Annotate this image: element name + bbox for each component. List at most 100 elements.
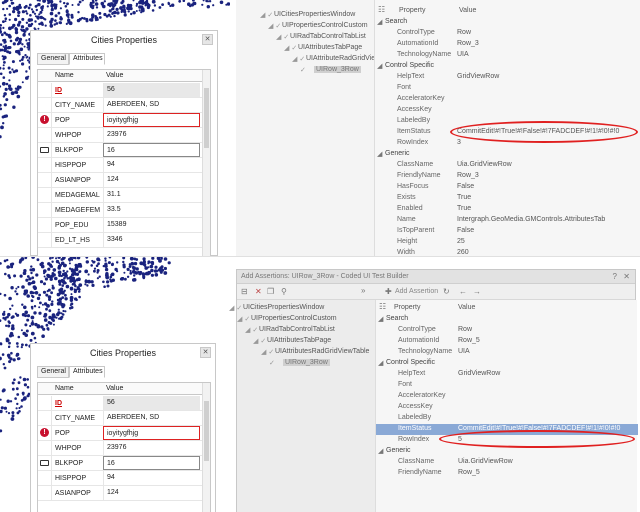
- property-category[interactable]: Control Specific: [385, 62, 434, 69]
- help-icon[interactable]: ?: [613, 272, 617, 281]
- delete-icon[interactable]: ✕: [255, 287, 262, 296]
- close-icon[interactable]: ✕: [623, 272, 630, 281]
- property-name[interactable]: Width: [397, 249, 415, 256]
- tab-attributes[interactable]: Attributes: [69, 366, 105, 378]
- property-name[interactable]: ControlType: [397, 29, 435, 36]
- property-name[interactable]: FriendlyName: [398, 469, 442, 476]
- property-value[interactable]: Row: [457, 29, 471, 36]
- property-name[interactable]: AccessKey: [398, 403, 433, 410]
- attribute-value[interactable]: 16: [103, 456, 200, 470]
- category-collapse-icon[interactable]: ◢: [377, 150, 382, 158]
- property-value[interactable]: True: [457, 194, 471, 201]
- add-assertion-icon[interactable]: ✚: [385, 287, 392, 296]
- tab-attributes[interactable]: Attributes: [69, 53, 105, 65]
- tree-item[interactable]: UIAttributeRadGridView: [306, 55, 380, 62]
- tree-arrow-icon[interactable]: ✓: [300, 66, 306, 74]
- category-collapse-icon[interactable]: ◢: [377, 18, 382, 26]
- tree-item[interactable]: UIPropertiesControlCustom: [251, 315, 337, 322]
- property-value[interactable]: GridViewRow: [458, 370, 500, 377]
- tree-item[interactable]: UIPropertiesControlCustom: [282, 22, 368, 29]
- add-assertion-button[interactable]: Add Assertion: [395, 288, 438, 295]
- property-name[interactable]: Name: [397, 216, 416, 223]
- table-row[interactable]: CITY_NAME ABERDEEN, SD: [38, 98, 204, 113]
- property-name[interactable]: IsTopParent: [397, 227, 434, 234]
- copy-icon[interactable]: ❐: [267, 287, 274, 296]
- collapse-pane-icon[interactable]: »: [361, 286, 365, 295]
- forward-arrow-icon[interactable]: →: [473, 287, 481, 296]
- property-value[interactable]: Row_3: [457, 172, 479, 179]
- property-value[interactable]: Row_5: [458, 337, 480, 344]
- tree-item[interactable]: UIRadTabControlTabList: [290, 33, 366, 40]
- property-name[interactable]: Font: [398, 381, 412, 388]
- property-value[interactable]: Uia.GridViewRow: [458, 458, 513, 465]
- table-row[interactable]: ASIANPOP 124: [38, 486, 204, 501]
- close-icon[interactable]: ✕: [202, 34, 213, 45]
- property-name[interactable]: Enabled: [397, 205, 423, 212]
- table-row[interactable]: ID 56: [38, 396, 204, 411]
- attribute-value[interactable]: 23976: [103, 128, 200, 142]
- tree-item[interactable]: UICitiesPropertiesWindow: [243, 304, 324, 311]
- tree-item[interactable]: UIAttributesTabPage: [267, 337, 331, 344]
- property-name[interactable]: LabeledBy: [398, 414, 431, 421]
- grid-scrollbar[interactable]: [202, 70, 210, 256]
- tree-arrow-icon[interactable]: ◢ ✓: [261, 348, 274, 356]
- table-row[interactable]: BLKPOP 16: [38, 456, 204, 471]
- table-row[interactable]: HISPPOP 94: [38, 471, 204, 486]
- property-name[interactable]: TechnologyName: [398, 348, 452, 355]
- property-value[interactable]: UIA: [457, 51, 469, 58]
- property-name[interactable]: ClassName: [397, 161, 433, 168]
- property-name[interactable]: AutomationId: [398, 337, 439, 344]
- tree-item-selected[interactable]: UIRow_3Row: [283, 359, 330, 366]
- tree-arrow-icon[interactable]: ◢ ✓: [276, 33, 289, 41]
- property-value[interactable]: Row_5: [458, 469, 480, 476]
- table-row[interactable]: HISPPOP 94: [38, 158, 204, 173]
- sort-icon[interactable]: ☷: [379, 302, 386, 311]
- search-icon[interactable]: ⚲: [281, 287, 287, 296]
- property-name[interactable]: HasFocus: [397, 183, 429, 190]
- property-name[interactable]: TechnologyName: [397, 51, 451, 58]
- property-category[interactable]: Search: [386, 315, 408, 322]
- tree-item-selected[interactable]: UIRow_3Row: [314, 66, 361, 73]
- property-name[interactable]: RowIndex: [397, 139, 428, 146]
- tree-item[interactable]: UIAttributesTabPage: [298, 44, 362, 51]
- attribute-value[interactable]: 56: [103, 396, 200, 410]
- category-collapse-icon[interactable]: ◢: [377, 62, 382, 70]
- property-name[interactable]: HelpText: [398, 370, 425, 377]
- property-value[interactable]: False: [457, 227, 474, 234]
- property-value[interactable]: Uia.GridViewRow: [457, 161, 512, 168]
- table-row[interactable]: ED_LT_HS 3346: [38, 233, 204, 248]
- property-name[interactable]: FriendlyName: [397, 172, 441, 179]
- property-value[interactable]: GridViewRow: [457, 73, 499, 80]
- tab-general[interactable]: General: [37, 366, 69, 378]
- property-name[interactable]: Font: [397, 84, 411, 91]
- attribute-value[interactable]: ABERDEEN, SD: [103, 411, 200, 425]
- property-name[interactable]: RowIndex: [398, 436, 429, 443]
- table-row[interactable]: MEDAGEMAL 31.1: [38, 188, 204, 203]
- tree-arrow-icon[interactable]: ◢ ✓: [245, 326, 258, 334]
- property-category[interactable]: Control Specific: [386, 359, 435, 366]
- property-name[interactable]: LabeledBy: [397, 117, 430, 124]
- property-value[interactable]: False: [457, 183, 474, 190]
- table-row[interactable]: ! POP ioyitygfhjg: [38, 426, 204, 441]
- table-row[interactable]: CITY_NAME ABERDEEN, SD: [38, 411, 204, 426]
- table-row[interactable]: BLKPOP 16: [38, 143, 204, 158]
- property-name[interactable]: AcceleratorKey: [397, 95, 444, 102]
- category-collapse-icon[interactable]: ◢: [378, 359, 383, 367]
- tree-arrow-icon[interactable]: ◢ ✓: [237, 315, 250, 323]
- table-row[interactable]: WHPOP 23976: [38, 441, 204, 456]
- attribute-value[interactable]: 94: [103, 158, 200, 172]
- attribute-value[interactable]: 23976: [103, 441, 200, 455]
- property-value[interactable]: True: [457, 205, 471, 212]
- category-collapse-icon[interactable]: ◢: [378, 315, 383, 323]
- attribute-value[interactable]: 33.5: [103, 203, 200, 217]
- tree-arrow-icon[interactable]: ◢ ✓: [284, 44, 297, 52]
- tree-arrow-icon[interactable]: ✓: [269, 359, 275, 367]
- attribute-value[interactable]: ioyitygfhjg: [103, 426, 200, 440]
- tree-item[interactable]: UIAttributesRadGridViewTable: [275, 348, 369, 355]
- property-name[interactable]: AutomationId: [397, 40, 438, 47]
- property-value[interactable]: UIA: [458, 348, 470, 355]
- property-name[interactable]: ItemStatus: [397, 128, 430, 135]
- property-name[interactable]: AccessKey: [397, 106, 432, 113]
- attribute-value[interactable]: 3346: [103, 233, 200, 247]
- tree-item[interactable]: UIRadTabControlTabList: [259, 326, 335, 333]
